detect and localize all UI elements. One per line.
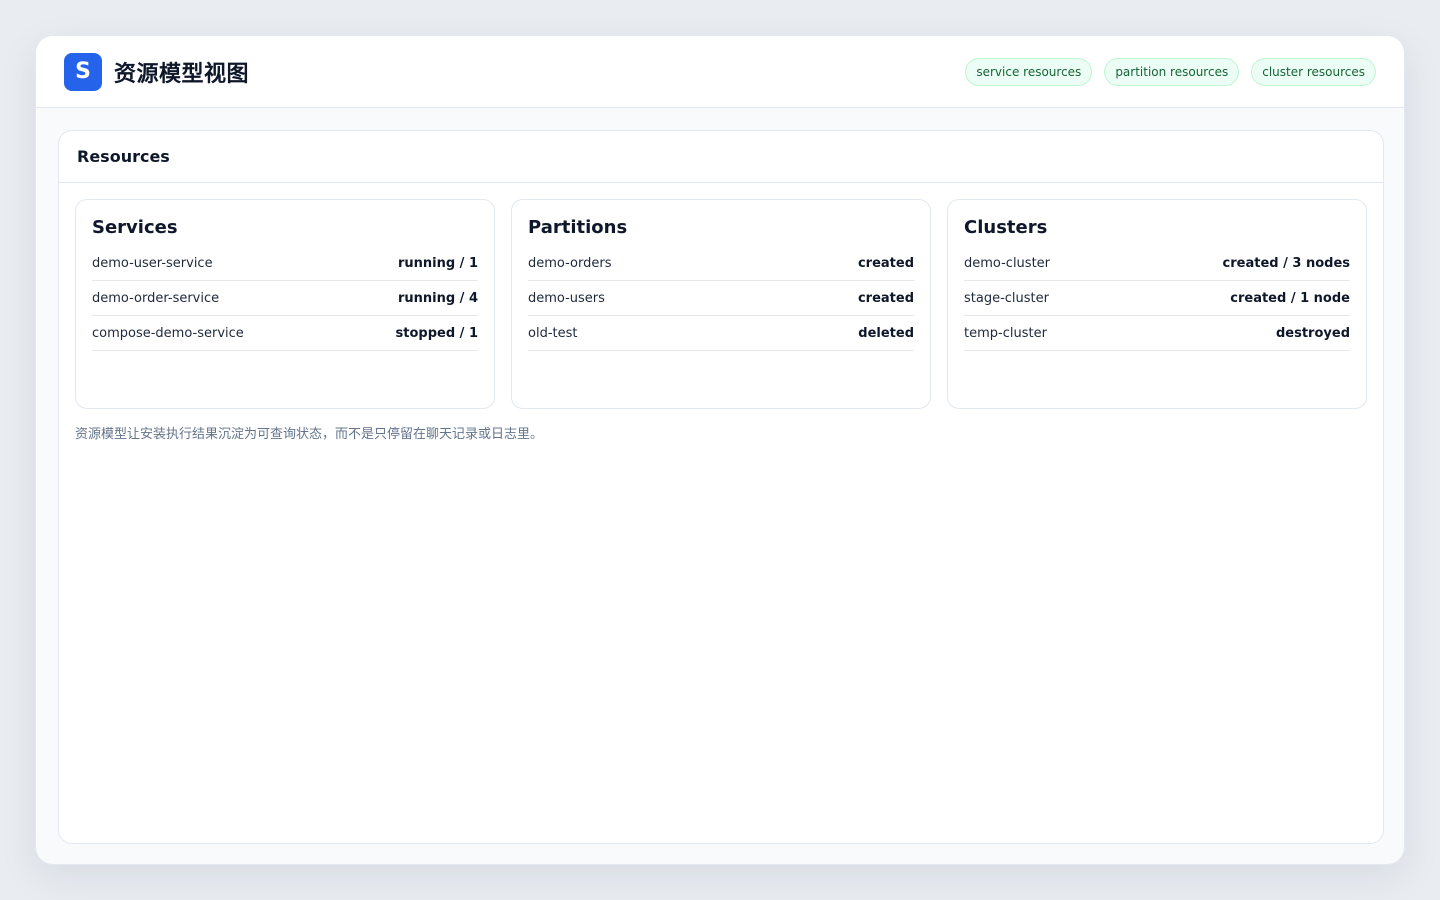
clusters-card: Clusters demo-cluster created / 3 nodes …: [947, 199, 1367, 409]
resource-name: stage-cluster: [964, 290, 1049, 306]
resource-name: demo-user-service: [92, 255, 213, 271]
resource-status: created: [857, 290, 914, 306]
resource-status: created / 3 nodes: [1222, 255, 1350, 271]
resource-status: destroyed: [1275, 325, 1350, 341]
resource-cards: Services demo-user-service running / 1 d…: [75, 199, 1367, 409]
list-item[interactable]: demo-user-service running / 1: [92, 246, 478, 281]
resource-tags: service resources partition resources cl…: [965, 57, 1376, 86]
app-window: S 资源模型视图 service resources partition res…: [35, 35, 1405, 865]
list-item[interactable]: old-test deleted: [528, 316, 914, 351]
tag-partition-resources[interactable]: partition resources: [1104, 57, 1240, 86]
list-item[interactable]: demo-orders created: [528, 246, 914, 281]
list-item[interactable]: demo-cluster created / 3 nodes: [964, 246, 1350, 281]
resource-name: demo-cluster: [964, 255, 1051, 271]
resource-status: running / 1: [397, 255, 478, 271]
resource-status: deleted: [858, 325, 914, 341]
list-item[interactable]: stage-cluster created / 1 node: [964, 281, 1350, 316]
top-bar: S 资源模型视图 service resources partition res…: [36, 36, 1404, 108]
list-item[interactable]: demo-users created: [528, 281, 914, 316]
card-title: Partitions: [528, 217, 628, 238]
page-title: 资源模型视图: [114, 61, 250, 87]
resource-name: demo-users: [528, 290, 605, 306]
resource-status: stopped / 1: [395, 325, 478, 341]
resource-name: compose-demo-service: [92, 325, 244, 341]
resource-name: demo-orders: [528, 255, 612, 271]
resource-status: running / 4: [397, 290, 478, 306]
app-logo: S: [64, 52, 102, 91]
footnote: 资源模型让安装执行结果沉淀为可查询状态，而不是只停留在聊天记录或日志里。: [75, 427, 544, 442]
list-item[interactable]: demo-order-service running / 4: [92, 281, 478, 316]
resource-status: created / 1 node: [1230, 290, 1350, 306]
resources-panel: Resources Services demo-user-service run…: [58, 130, 1384, 844]
resource-name: old-test: [528, 325, 578, 341]
panel-title: Resources: [59, 131, 1383, 183]
list-item[interactable]: temp-cluster destroyed: [964, 316, 1350, 351]
partitions-card: Partitions demo-orders created demo-user…: [511, 199, 931, 409]
resource-name: demo-order-service: [92, 290, 220, 306]
list-item[interactable]: compose-demo-service stopped / 1: [92, 316, 478, 351]
tag-cluster-resources[interactable]: cluster resources: [1251, 57, 1376, 86]
card-title: Clusters: [964, 217, 1048, 238]
resource-name: temp-cluster: [964, 325, 1047, 341]
tag-service-resources[interactable]: service resources: [965, 57, 1093, 86]
services-card: Services demo-user-service running / 1 d…: [75, 199, 495, 409]
card-title: Services: [92, 217, 178, 238]
resource-status: created: [857, 255, 914, 271]
